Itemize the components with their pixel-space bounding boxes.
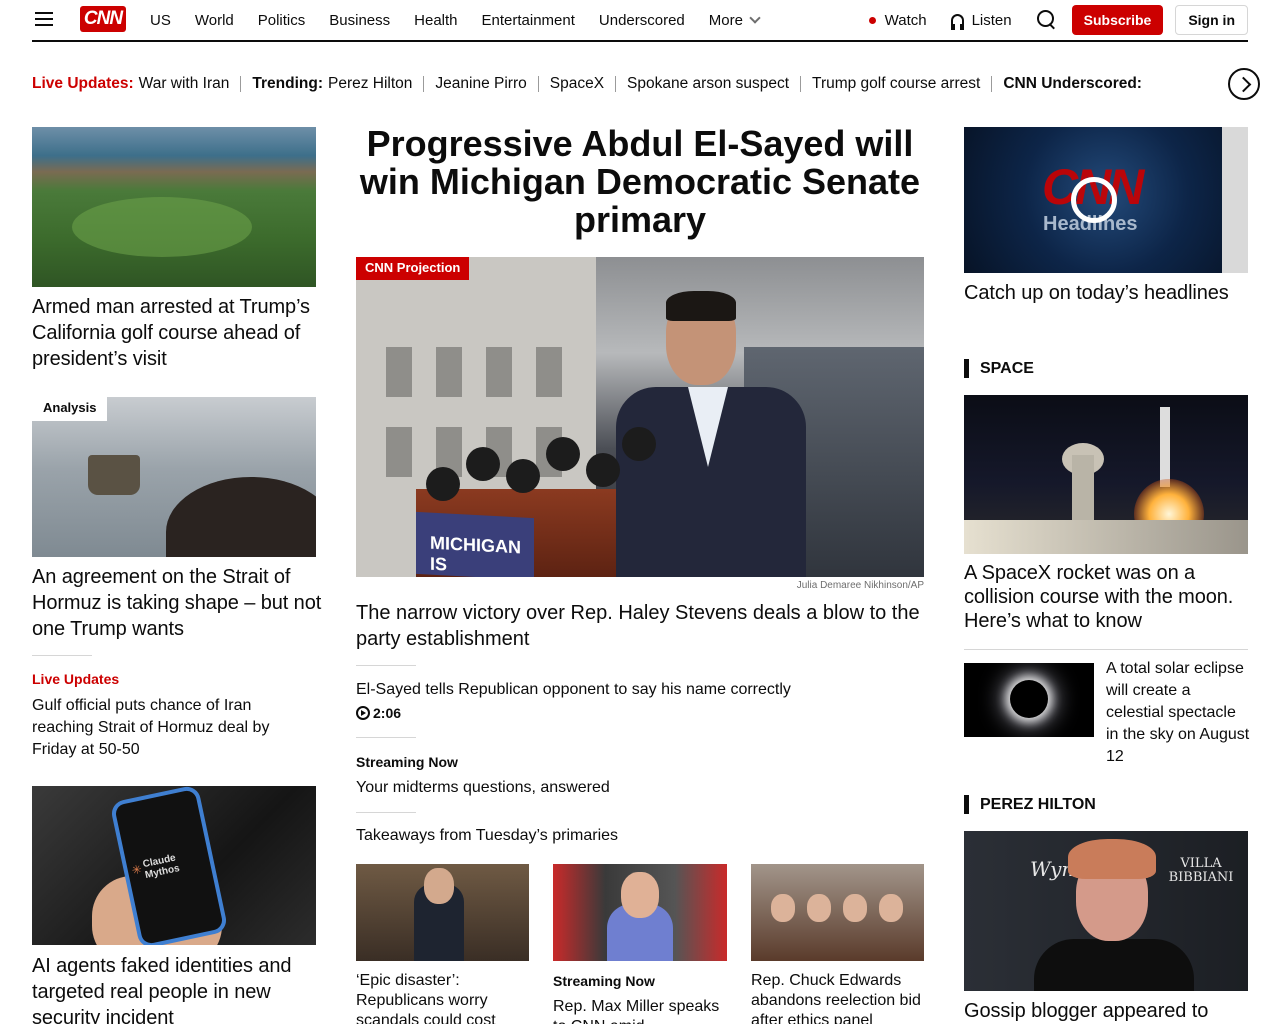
- section-header-perez-hilton[interactable]: PEREZ HILTON: [964, 795, 1096, 814]
- trending-label: Trending:: [252, 75, 323, 92]
- ticker-live-item[interactable]: War with Iran: [139, 75, 230, 93]
- headphones-icon: [950, 13, 964, 30]
- nav-underscored[interactable]: Underscored: [599, 12, 685, 29]
- phone-screen-text: Claude Mythos: [141, 852, 181, 882]
- divider: [356, 665, 416, 666]
- golf-course-image[interactable]: [32, 127, 316, 287]
- section-label: PEREZ HILTON: [980, 795, 1096, 813]
- nav-more[interactable]: More: [708, 11, 761, 29]
- card-headline[interactable]: ‘Epic disaster’: Republicans worry scand…: [356, 971, 529, 1024]
- streaming-link[interactable]: Your midterms questions, answered: [356, 777, 924, 799]
- rocket-launch-image[interactable]: [964, 395, 1248, 554]
- streaming-kicker: Streaming Now: [356, 754, 458, 770]
- section-bar: [964, 359, 969, 378]
- takeaways-link[interactable]: Takeaways from Tuesday’s primaries: [356, 825, 924, 847]
- video-caption[interactable]: Catch up on today’s headlines: [964, 280, 1248, 306]
- villa-bibbiani-logo: VILLA BIBBIANI: [1168, 856, 1234, 885]
- story-headline[interactable]: An agreement on the Strait of Hormuz is …: [32, 564, 322, 642]
- play-icon: [356, 706, 370, 720]
- rocks: [166, 477, 316, 557]
- listen-label: Listen: [971, 11, 1012, 29]
- cnn-logo[interactable]: CNN: [80, 6, 126, 32]
- nav-business[interactable]: Business: [329, 12, 390, 29]
- story-headline[interactable]: Gossip blogger appeared to: [964, 998, 1248, 1024]
- live-dot-icon: [868, 16, 876, 24]
- live-updates-link[interactable]: Gulf official puts chance of Iran reachi…: [32, 695, 312, 761]
- nav-more-label: More: [708, 11, 743, 29]
- nav-entertainment[interactable]: Entertainment: [482, 12, 575, 29]
- divider: [991, 76, 993, 92]
- story-headline[interactable]: Armed man arrested at Trump’s California…: [32, 294, 322, 372]
- cnn-projection-badge: CNN Projection: [356, 257, 470, 280]
- underscored-label[interactable]: CNN Underscored:: [1003, 75, 1142, 93]
- headlines-video[interactable]: CNN Headlines: [964, 127, 1248, 273]
- eclipse-image[interactable]: [964, 663, 1094, 737]
- card-image[interactable]: [356, 864, 529, 961]
- ticker-item[interactable]: Trump golf course arrest: [812, 75, 980, 93]
- ship: [88, 455, 140, 495]
- lead-image[interactable]: MICHIGAN IS CNN Projection: [356, 257, 924, 577]
- live-updates-kicker: Live Updates: [32, 671, 120, 687]
- claude-burst-icon: ✳: [130, 861, 144, 878]
- search-icon[interactable]: [1036, 9, 1058, 31]
- story-headline[interactable]: A total solar eclipse will create a cele…: [1106, 658, 1250, 768]
- divider: [800, 76, 802, 92]
- chevron-right-icon[interactable]: [1228, 68, 1260, 100]
- play-icon[interactable]: [1071, 177, 1117, 223]
- ticker-item[interactable]: Jeanine Pirro: [435, 75, 526, 93]
- photo-credit: Julia Demaree Nikhinson/AP: [796, 580, 924, 591]
- story-headline[interactable]: AI agents faked identities and targeted …: [32, 953, 322, 1024]
- nav-politics[interactable]: Politics: [258, 12, 306, 29]
- lead-headline[interactable]: Progressive Abdul El-Sayed will win Mich…: [356, 125, 924, 239]
- nav-us[interactable]: US: [150, 12, 171, 29]
- card-headline[interactable]: Rep. Max Miller speaks to CNN amid: [553, 997, 727, 1024]
- story-headline[interactable]: A SpaceX rocket was on a collision cours…: [964, 561, 1248, 633]
- trending-bar: Live Updates: War with Iran Trending: Pe…: [32, 68, 1228, 100]
- phone-image[interactable]: ✳ Claude Mythos: [32, 786, 316, 945]
- chevron-down-icon: [749, 12, 761, 24]
- podium-sign: MICHIGAN IS: [416, 511, 534, 577]
- lead-subheadline[interactable]: The narrow victory over Rep. Haley Steve…: [356, 600, 926, 652]
- microphones: [426, 407, 656, 507]
- perez-hilton-image[interactable]: Wynn VILLA BIBBIANI: [964, 831, 1248, 991]
- divider: [356, 737, 416, 738]
- subscribe-button[interactable]: Subscribe: [1071, 5, 1164, 35]
- ticker-item[interactable]: Spokane arson suspect: [627, 75, 789, 93]
- analysis-badge: Analysis: [32, 397, 108, 421]
- divider: [537, 76, 539, 92]
- header-tools: Watch Listen Subscribe Sign in: [868, 0, 1248, 40]
- main-nav: US World Politics Business Health Entert…: [150, 0, 783, 40]
- divider: [964, 649, 1248, 650]
- nav-world[interactable]: World: [195, 12, 234, 29]
- ticker-item[interactable]: SpaceX: [550, 75, 604, 93]
- watch-label: Watch: [884, 11, 927, 29]
- video-duration[interactable]: 2:06: [356, 705, 401, 721]
- ticker-item[interactable]: Perez Hilton: [328, 75, 412, 93]
- carousel-edge: [1222, 127, 1248, 273]
- divider: [32, 655, 92, 656]
- card-image[interactable]: [553, 864, 727, 961]
- section-bar: [964, 795, 969, 814]
- divider: [240, 76, 242, 92]
- duration-text: 2:06: [373, 705, 402, 721]
- menu-icon[interactable]: [35, 12, 53, 26]
- section-label: SPACE: [980, 359, 1034, 377]
- listen-button[interactable]: Listen: [950, 11, 1012, 30]
- video-link[interactable]: El-Sayed tells Republican opponent to sa…: [356, 679, 924, 701]
- divider: [615, 76, 617, 92]
- divider: [423, 76, 425, 92]
- tanker-ship-image[interactable]: Analysis: [32, 397, 316, 557]
- site-header: CNN US World Politics Business Health En…: [32, 0, 1248, 42]
- divider: [356, 812, 416, 813]
- nav-health[interactable]: Health: [414, 12, 457, 29]
- live-updates-label: Live Updates:: [32, 75, 134, 92]
- card-image[interactable]: [751, 864, 924, 961]
- card-headline[interactable]: Rep. Chuck Edwards abandons reelection b…: [751, 971, 924, 1024]
- section-header-space[interactable]: SPACE: [964, 359, 1034, 378]
- watch-button[interactable]: Watch: [868, 11, 927, 29]
- streaming-kicker: Streaming Now: [553, 973, 655, 989]
- signin-button[interactable]: Sign in: [1175, 5, 1248, 35]
